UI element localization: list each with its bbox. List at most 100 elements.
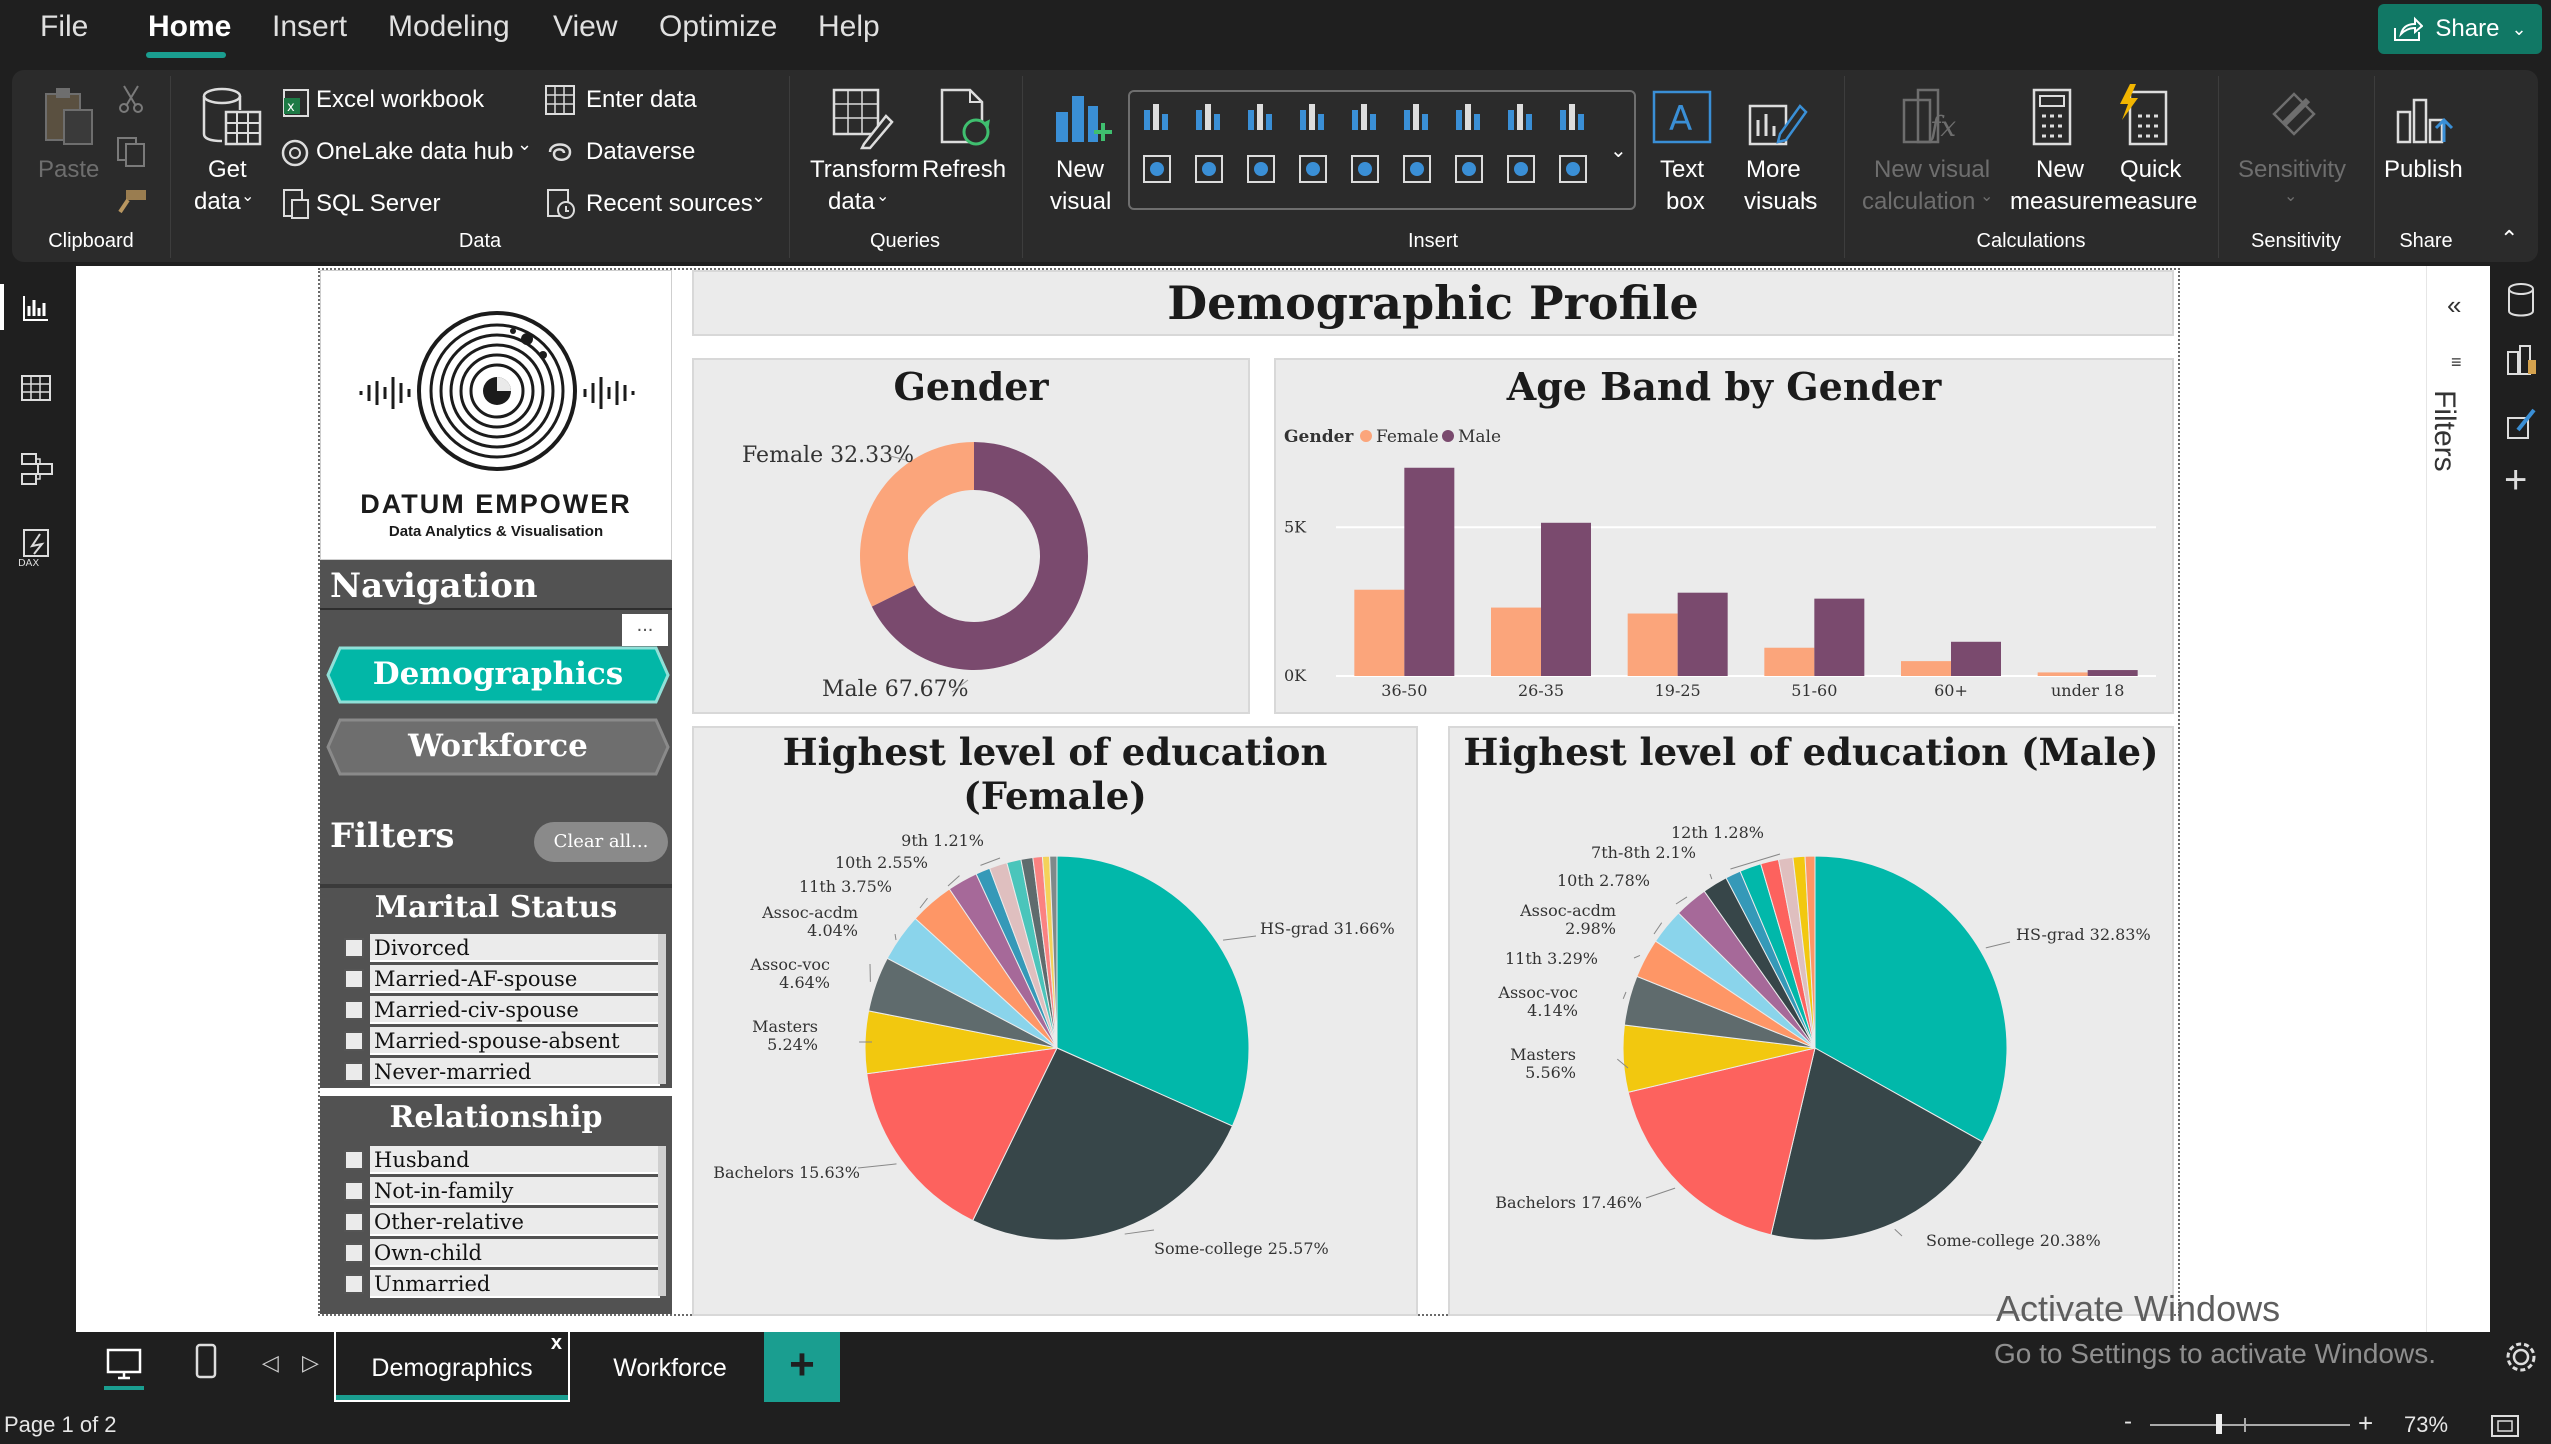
slicer-item[interactable]: Not-in-family: [370, 1177, 660, 1205]
menu-optimize[interactable]: Optimize: [659, 10, 777, 44]
slicer-scrollbar[interactable]: [658, 934, 666, 1084]
zoom-in-button[interactable]: +: [2358, 1408, 2373, 1439]
menu-help[interactable]: Help: [818, 10, 880, 44]
transform-data-button[interactable]: data: [828, 186, 875, 218]
visual-type-icon[interactable]: [1348, 152, 1382, 186]
dax-query-view-icon[interactable]: DAX: [18, 528, 54, 568]
checkbox[interactable]: [344, 1062, 364, 1082]
checkbox[interactable]: [344, 1181, 364, 1201]
get-data-label[interactable]: Get: [208, 154, 247, 186]
visual-type-icon[interactable]: [1192, 152, 1226, 186]
desktop-layout-icon[interactable]: [104, 1346, 144, 1382]
visual-type-icon[interactable]: [1244, 100, 1278, 134]
new-measure-label[interactable]: New: [2036, 154, 2084, 186]
nav-workforce-label[interactable]: Workforce: [326, 728, 670, 764]
age-band-chart[interactable]: Age Band by Gender Gender Female Male 0K 5K 3…: [1274, 358, 2174, 714]
bar-female[interactable]: [1901, 661, 1951, 676]
bar-male[interactable]: [1951, 641, 2001, 676]
visual-type-icon[interactable]: [1556, 100, 1590, 134]
copy-icon[interactable]: [116, 136, 146, 168]
slicer-item[interactable]: Divorced: [370, 934, 660, 962]
quick-measure-label[interactable]: Quick: [2120, 154, 2181, 186]
menu-view[interactable]: View: [553, 10, 617, 44]
more-options-button[interactable]: ...: [622, 614, 668, 646]
visual-type-icon[interactable]: [1140, 100, 1174, 134]
quick-measure-button[interactable]: measure: [2104, 186, 2197, 218]
menu-home[interactable]: Home: [148, 10, 231, 44]
data-pane-icon[interactable]: [2506, 282, 2536, 318]
slicer-scrollbar[interactable]: [658, 1146, 666, 1296]
onelake-data-hub-button[interactable]: OneLake data hub: [316, 138, 514, 166]
checkbox[interactable]: [344, 1212, 364, 1232]
slicer-item[interactable]: Married-spouse-absent: [370, 1027, 660, 1055]
tab-workforce[interactable]: Workforce: [570, 1354, 770, 1383]
gallery-expand-icon[interactable]: ⌄: [1610, 138, 1627, 163]
checkbox[interactable]: [344, 969, 364, 989]
visual-type-icon[interactable]: [1140, 152, 1174, 186]
menu-insert[interactable]: Insert: [272, 10, 347, 44]
visual-type-icon[interactable]: [1504, 100, 1538, 134]
zoom-slider[interactable]: [2150, 1424, 2350, 1426]
excel-workbook-button[interactable]: Excel workbook: [316, 86, 484, 114]
menu-modeling[interactable]: Modeling: [388, 10, 510, 44]
checkbox[interactable]: [344, 1000, 364, 1020]
expand-filters-icon[interactable]: «: [2447, 290, 2461, 321]
new-visual-button[interactable]: visual: [1050, 186, 1111, 218]
slicer-item[interactable]: Husband: [370, 1146, 660, 1174]
slicer-item[interactable]: Married-civ-spouse: [370, 996, 660, 1024]
bar-male[interactable]: [1677, 592, 1728, 676]
text-box-button[interactable]: box: [1666, 186, 1705, 218]
add-pane-icon[interactable]: +: [2504, 458, 2527, 503]
checkbox[interactable]: [344, 1031, 364, 1051]
visual-type-icon[interactable]: [1452, 100, 1486, 134]
close-tab-icon[interactable]: x: [551, 1332, 562, 1355]
visual-type-icon[interactable]: [1192, 100, 1226, 134]
report-view-icon[interactable]: [20, 292, 52, 324]
publish-button[interactable]: Publish: [2384, 154, 2463, 186]
education-female-chart[interactable]: Highest level of education (Female) HS-g…: [692, 726, 1418, 1316]
transform-data-label[interactable]: Transform: [810, 154, 918, 186]
table-view-icon[interactable]: [20, 372, 52, 404]
visualizations-pane-icon[interactable]: [2504, 342, 2538, 378]
slicer-item[interactable]: Unmarried: [370, 1270, 660, 1298]
bar-male[interactable]: [1541, 522, 1591, 676]
bar-female[interactable]: [1491, 607, 1541, 676]
recent-sources-button[interactable]: Recent sources: [586, 190, 753, 218]
education-male-chart[interactable]: Highest level of education (Male) HS-gra…: [1448, 726, 2174, 1316]
visual-type-icon[interactable]: [1504, 152, 1538, 186]
text-box-label[interactable]: Text: [1660, 154, 1704, 186]
cut-icon[interactable]: [116, 84, 146, 114]
model-view-icon[interactable]: [18, 450, 54, 486]
share-button[interactable]: Share ⌄: [2378, 4, 2542, 54]
enter-data-button[interactable]: Enter data: [586, 86, 697, 114]
new-visual-calculation-button[interactable]: calculation: [1862, 186, 1975, 218]
bar-female[interactable]: [1764, 647, 1815, 676]
bar-male[interactable]: [1404, 467, 1455, 676]
zoom-out-button[interactable]: -: [2124, 1408, 2132, 1436]
new-measure-button[interactable]: measure: [2010, 186, 2103, 218]
visual-type-icon[interactable]: [1452, 152, 1486, 186]
settings-icon[interactable]: [2504, 1340, 2538, 1374]
collapse-ribbon-icon[interactable]: ⌃: [2500, 226, 2518, 252]
checkbox[interactable]: [344, 1274, 364, 1294]
slicer-item[interactable]: Married-AF-spouse: [370, 965, 660, 993]
visual-type-icon[interactable]: [1244, 152, 1278, 186]
scroll-left-icon[interactable]: ◁: [262, 1350, 279, 1376]
bar-female[interactable]: [2037, 672, 2088, 676]
paste-button[interactable]: Paste: [38, 154, 99, 186]
slicer-item[interactable]: Never-married: [370, 1058, 660, 1086]
sql-server-button[interactable]: SQL Server: [316, 190, 441, 218]
slicer-item[interactable]: Other-relative: [370, 1208, 660, 1236]
visual-type-icon[interactable]: [1400, 152, 1434, 186]
gender-chart[interactable]: Gender Female 32.33% Male 67.67%: [692, 358, 1250, 714]
add-page-button[interactable]: +: [764, 1332, 840, 1402]
checkbox[interactable]: [344, 938, 364, 958]
mobile-layout-icon[interactable]: [194, 1342, 218, 1382]
filters-pane-label[interactable]: Filters: [2427, 390, 2461, 472]
new-visual-label[interactable]: New: [1056, 154, 1104, 186]
get-data-button[interactable]: data: [194, 186, 241, 218]
new-visual-calculation-label[interactable]: New visual: [1874, 154, 1990, 186]
slicer-item[interactable]: Own-child: [370, 1239, 660, 1267]
visual-type-icon[interactable]: [1296, 100, 1330, 134]
bar-male[interactable]: [2087, 670, 2138, 676]
